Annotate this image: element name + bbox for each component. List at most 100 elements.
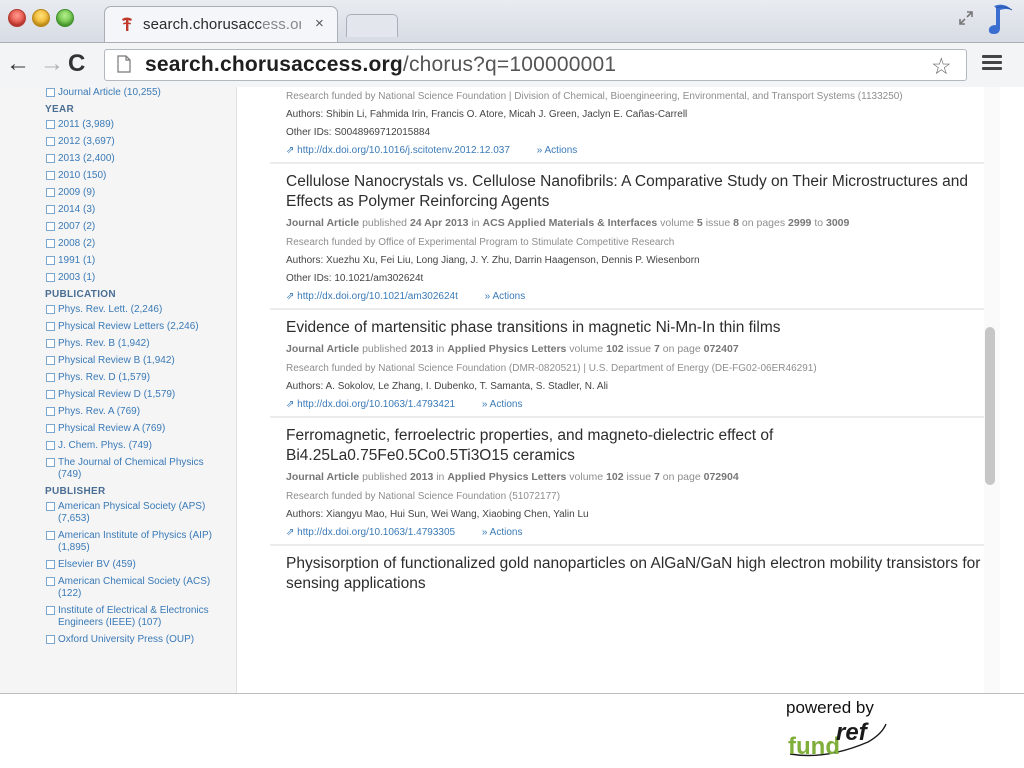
checkbox-icon[interactable] (46, 120, 55, 129)
fullscreen-icon[interactable] (958, 10, 974, 26)
facet-publisher[interactable]: American Institute of Physics (AIP) (1,8… (46, 530, 218, 554)
facet-publication[interactable]: Phys. Rev. A (769) (46, 406, 236, 418)
checkbox-icon[interactable] (46, 635, 55, 644)
browser-window: search.chorusaccess.org/c × ← → C search… (0, 0, 1024, 694)
checkbox-icon[interactable] (46, 222, 55, 231)
doi-link[interactable]: http://dx.doi.org/10.1016/j.scitotenv.20… (297, 145, 510, 156)
facet-publisher[interactable]: Oxford University Press (OUP) (46, 634, 218, 646)
checkbox-icon[interactable] (46, 273, 55, 282)
facet-publisher[interactable]: American Chemical Society (ACS) (122) (46, 576, 218, 600)
checkbox-icon[interactable] (46, 137, 55, 146)
actions-toggle[interactable]: » Actions (482, 399, 523, 410)
facet-year[interactable]: 2003 (1) (46, 272, 236, 284)
browser-tab[interactable]: search.chorusaccess.org/c × (104, 6, 338, 43)
zoom-window-button[interactable] (56, 9, 74, 27)
forward-button[interactable]: → (40, 51, 64, 77)
scrollbar-thumb[interactable] (985, 327, 995, 485)
facet-publication[interactable]: Physical Review B (1,942) (46, 355, 236, 367)
close-window-button[interactable] (8, 9, 26, 27)
facet-year[interactable]: 2014 (3) (46, 204, 236, 216)
result-title[interactable]: Physisorption of functionalized gold nan… (286, 554, 984, 594)
actions-toggle[interactable]: » Actions (485, 291, 526, 302)
result-pubinfo: Journal Article published 2013 in Applie… (286, 343, 739, 355)
address-bar[interactable]: search.chorusaccess.org/chorus?q=1000000… (104, 49, 967, 81)
bookmark-star-icon[interactable]: ☆ (931, 53, 952, 80)
facet-year[interactable]: 2008 (2) (46, 238, 236, 250)
result-links: ⇗ http://dx.doi.org/10.1063/1.4793421 » … (286, 399, 984, 411)
result-item: Cellulose Nanocrystals vs. Cellulose Nan… (270, 164, 984, 310)
result-pubinfo: Journal Article published 24 Apr 2013 in… (286, 217, 850, 229)
facet-publication[interactable]: Physical Review D (1,579) (46, 389, 236, 401)
facet-publisher[interactable]: Elsevier BV (459) (46, 559, 218, 571)
checkbox-icon[interactable] (46, 171, 55, 180)
hamburger-menu-icon[interactable] (982, 55, 1002, 71)
facet-publication[interactable]: Phys. Rev. D (1,579) (46, 372, 236, 384)
powered-by-logo: powered by fund ref (786, 698, 896, 758)
actions-toggle[interactable]: » Actions (537, 145, 578, 156)
facet-year[interactable]: 1991 (1) (46, 255, 236, 267)
result-title[interactable]: Ferromagnetic, ferroelectric properties,… (286, 426, 806, 466)
facet-year[interactable]: 2013 (2,400) (46, 153, 236, 165)
doi-link[interactable]: http://dx.doi.org/10.1063/1.4793421 (297, 399, 455, 410)
minimize-window-button[interactable] (32, 9, 50, 27)
checkbox-icon[interactable] (46, 606, 55, 615)
facet-publication[interactable]: J. Chem. Phys. (749) (46, 440, 236, 452)
doi-link[interactable]: http://dx.doi.org/10.1021/am302624t (297, 291, 458, 302)
checkbox-icon[interactable] (46, 577, 55, 586)
actions-toggle[interactable]: » Actions (482, 527, 523, 538)
result-pubinfo: Journal Article published 2013 in Applie… (286, 471, 739, 483)
facet-year[interactable]: 2009 (9) (46, 187, 236, 199)
checkbox-icon[interactable] (46, 407, 55, 416)
result-item: Physisorption of functionalized gold nan… (270, 546, 984, 604)
music-note-icon[interactable] (986, 2, 1018, 36)
facet-year[interactable]: 2011 (3,989) (46, 119, 236, 131)
checkbox-icon[interactable] (46, 205, 55, 214)
result-funding: Research funded by National Science Foun… (286, 91, 903, 102)
doi-link[interactable]: http://dx.doi.org/10.1063/1.4793305 (297, 527, 455, 538)
result-authors: Authors: Shibin Li, Fahmida Irin, Franci… (286, 109, 688, 120)
checkbox-icon[interactable] (46, 188, 55, 197)
checkbox-icon[interactable] (46, 373, 55, 382)
checkbox-icon[interactable] (46, 458, 55, 467)
result-title[interactable]: Cellulose Nanocrystals vs. Cellulose Nan… (286, 172, 984, 212)
facet-publisher[interactable]: Institute of Electrical & Electronics En… (46, 605, 220, 629)
checkbox-icon[interactable] (46, 322, 55, 331)
facet-type-journal-article[interactable]: Journal Article (10,255) (46, 87, 236, 99)
facet-year[interactable]: 2007 (2) (46, 221, 236, 233)
new-tab-button[interactable] (346, 14, 398, 37)
checkbox-icon[interactable] (46, 502, 55, 511)
refund-logo-icon: fund ref (788, 720, 887, 758)
facet-publication[interactable]: Physical Review A (769) (46, 423, 236, 435)
checkbox-icon[interactable] (46, 154, 55, 163)
checkbox-icon[interactable] (46, 356, 55, 365)
checkbox-icon[interactable] (46, 441, 55, 450)
facet-year[interactable]: 2010 (150) (46, 170, 236, 182)
reload-button[interactable]: C (68, 51, 85, 77)
checkbox-icon[interactable] (46, 256, 55, 265)
facet-publication[interactable]: Phys. Rev. Lett. (2,246) (46, 304, 236, 316)
result-funding: Research funded by National Science Foun… (286, 491, 561, 502)
facet-publisher[interactable]: American Physical Society (APS) (7,653) (46, 501, 218, 525)
result-authors: Authors: A. Sokolov, Le Zhang, I. Dubenk… (286, 381, 609, 392)
checkbox-icon[interactable] (46, 390, 55, 399)
facet-year[interactable]: 2012 (3,697) (46, 136, 236, 148)
facet-publication[interactable]: The Journal of Chemical Physics (749) (46, 457, 208, 481)
result-links: ⇗ http://dx.doi.org/10.1016/j.scitotenv.… (286, 145, 984, 157)
result-title[interactable]: Evidence of martensitic phase transition… (286, 318, 984, 338)
checkbox-icon[interactable] (46, 531, 55, 540)
external-link-icon: ⇗ (286, 399, 295, 410)
checkbox-icon[interactable] (46, 305, 55, 314)
facet-publication[interactable]: Phys. Rev. B (1,942) (46, 338, 236, 350)
tab-title: search.chorusaccess.org/c (143, 16, 301, 33)
page-icon (117, 55, 131, 73)
tab-bar: search.chorusaccess.org/c × (0, 0, 1024, 43)
checkbox-icon[interactable] (46, 339, 55, 348)
checkbox-icon[interactable] (46, 424, 55, 433)
tab-close-icon[interactable]: × (315, 16, 324, 32)
checkbox-icon[interactable] (46, 560, 55, 569)
checkbox-icon[interactable] (46, 239, 55, 248)
facet-publication[interactable]: Physical Review Letters (2,246) (46, 321, 236, 333)
svg-text:ref: ref (836, 720, 869, 746)
back-button[interactable]: ← (6, 51, 30, 77)
checkbox-icon[interactable] (46, 88, 55, 97)
